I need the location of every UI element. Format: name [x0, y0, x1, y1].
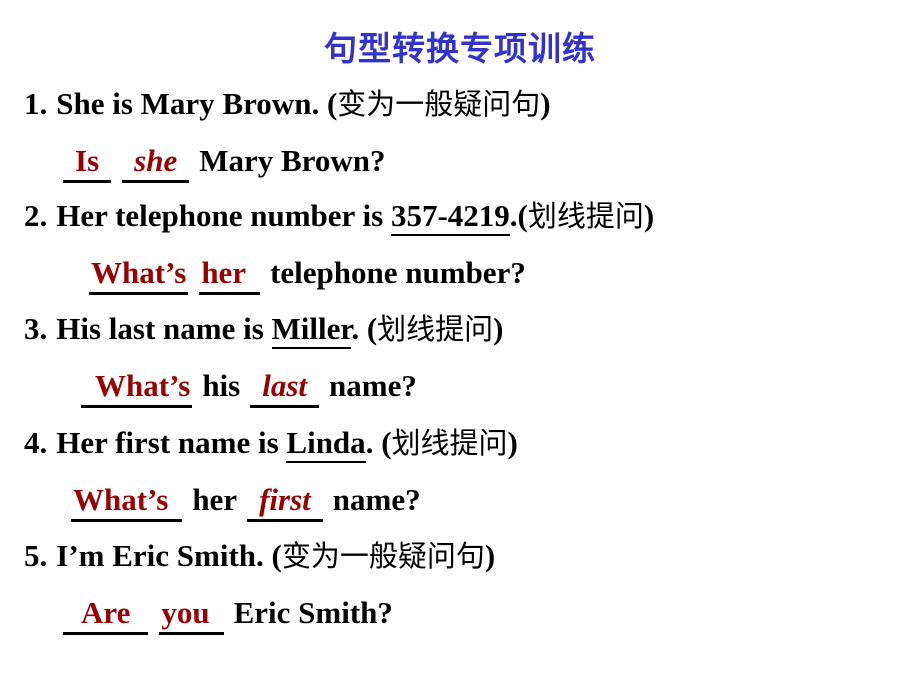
answer-blank-5-2[interactable]: you [159, 596, 224, 635]
question-number-3: 3. [24, 311, 48, 346]
answer-blank-4-1[interactable]: What’s [71, 483, 183, 522]
answer-tail-5: Eric Smith? [233, 595, 393, 630]
answer-blank-3-1[interactable]: What’s [81, 369, 193, 408]
question-stem-3: His last name is [56, 311, 272, 346]
instruction-text-5: 变为一般疑问句 [281, 539, 485, 573]
answer-line-4: What’s her first name? [70, 482, 421, 522]
page-title: 句型转换专项训练 [324, 29, 596, 68]
question-stem-tail-3: . [351, 311, 367, 346]
instruction-open-paren-3: ( [366, 311, 378, 346]
question-number-1: 1. [24, 86, 48, 121]
instruction-open-paren-1: ( [326, 86, 338, 121]
question-number-5: 5. [24, 538, 48, 573]
instruction-text-3: 划线提问 [377, 312, 494, 346]
answer-blank-1-2[interactable]: she [122, 144, 190, 183]
instruction-close-paren-2: ) [643, 198, 655, 233]
instruction-open-paren-4: ( [381, 425, 392, 460]
answer-blank-2-1[interactable]: What’s [89, 256, 189, 295]
instruction-close-paren-4: ) [507, 425, 518, 460]
answer-line-2: What’s her telephone number? [88, 255, 526, 295]
answer-blank-5-1[interactable]: Are [63, 596, 149, 635]
question-stem-1: She is Mary Brown. [56, 86, 327, 121]
answer-blank-3-2[interactable]: last [250, 369, 320, 408]
question-line-1: 1. She is Mary Brown. (变为一般疑问句) [24, 86, 551, 121]
answer-blank-4-2[interactable]: first [247, 483, 323, 522]
underlined-target-4: Linda [286, 425, 366, 463]
instruction-close-paren-5: ) [484, 538, 496, 573]
underlined-target-3: Miller [271, 311, 352, 349]
answer-blank-2-2[interactable]: her [199, 256, 261, 295]
question-line-3: 3. His last name is Miller. (划线提问) [24, 311, 504, 349]
question-stem-tail-4: . [365, 425, 382, 460]
instruction-close-paren-1: ) [540, 86, 551, 121]
underlined-target-2: 357-4219 [390, 198, 510, 236]
answer-tail-2: telephone number? [270, 255, 526, 290]
question-stem-4: Her first name is [56, 425, 287, 460]
instruction-text-1: 变为一般疑问句 [337, 87, 541, 121]
answer-line-5: Are you Eric Smith? [62, 595, 393, 635]
question-line-2: 2. Her telephone number is 357-4219.(划线提问… [24, 198, 655, 236]
instruction-open-paren-2: ( [517, 198, 528, 233]
question-number-4: 4. [24, 425, 48, 460]
question-stem-5: I’m Eric Smith. [56, 538, 272, 573]
question-stem-tail-2: . [509, 198, 518, 233]
question-stem-2: Her telephone number is [56, 198, 391, 233]
answer-static-3-1: his [202, 368, 241, 403]
answer-line-1: Is she Mary Brown? [62, 143, 386, 183]
instruction-close-paren-3: ) [493, 311, 504, 346]
slide-canvas: 句型转换专项训练 1. She is Mary Brown. (变为一般疑问句) … [0, 0, 920, 690]
answer-tail-1: Mary Brown? [199, 143, 386, 178]
instruction-text-4: 划线提问 [391, 426, 508, 460]
question-number-2: 2. [24, 198, 48, 233]
answer-line-3: What’s his last name? [80, 368, 417, 408]
instruction-text-2: 划线提问 [527, 199, 644, 233]
answer-tail-3: name? [329, 368, 417, 403]
instruction-open-paren-5: ( [271, 538, 282, 573]
answer-tail-4: name? [332, 482, 421, 517]
answer-static-4-1: her [192, 482, 238, 517]
answer-blank-1-1[interactable]: Is [63, 144, 112, 183]
question-line-5: 5. I’m Eric Smith. (变为一般疑问句) [24, 538, 496, 573]
question-line-4: 4. Her first name is Linda. (划线提问) [24, 425, 518, 463]
